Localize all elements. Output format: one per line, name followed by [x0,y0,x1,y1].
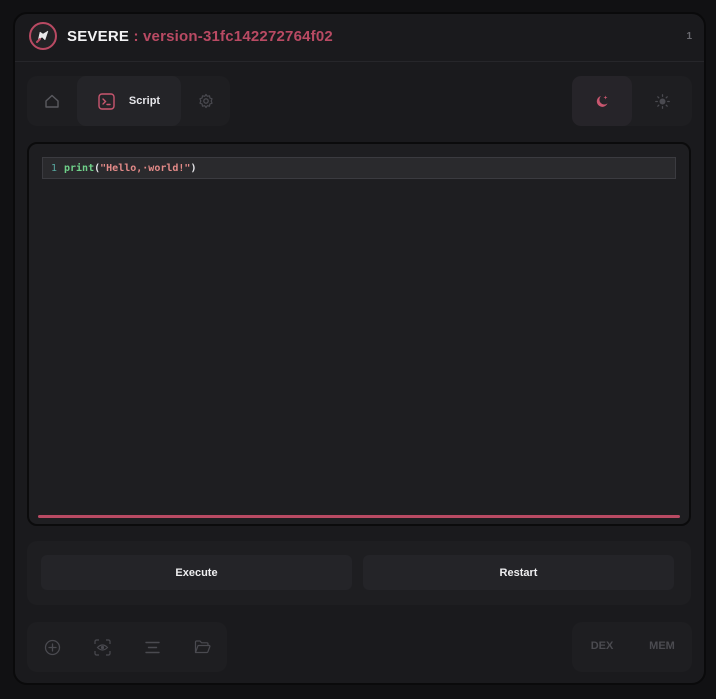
light-theme-button[interactable] [632,76,692,126]
action-bar: Execute Restart [27,541,691,605]
theme-toggle [572,76,692,126]
gear-icon [199,93,213,109]
app-window: SEVERE : version-31fc142272764f02 1 Scri… [13,12,706,685]
editor-progress-fill [38,515,680,518]
execute-button[interactable]: Execute [41,555,352,590]
code-token-string: "Hello,·world!" [100,162,191,174]
terminal-icon [98,92,115,110]
tab-settings[interactable] [181,76,231,126]
title-bar: SEVERE : version-31fc142272764f02 1 [15,14,704,62]
line-number: 1 [50,162,57,174]
title-separator: : [133,28,139,45]
code-token-function: print [64,162,95,174]
tab-home[interactable] [27,76,77,126]
app-name: SEVERE [67,28,130,45]
mem-button[interactable]: MEM [632,640,692,652]
instance-badge: 1 [686,31,692,42]
add-circle-icon[interactable] [40,635,64,659]
code-token-close-paren: ) [190,162,197,174]
code-line[interactable]: 1 print ( "Hello,·world!" ) [42,157,676,179]
restart-button[interactable]: Restart [363,555,674,590]
bottom-toolbar [27,622,227,672]
tab-script[interactable]: Script [77,76,181,126]
dex-mem-panel: DEX MEM [572,622,692,672]
moon-icon [596,95,607,107]
eye-scan-icon[interactable] [90,635,114,659]
code-editor[interactable]: 1 print ( "Hello,·world!" ) [27,142,691,526]
dark-theme-button[interactable] [572,76,632,126]
folder-open-icon[interactable] [190,635,214,659]
logo-icon [29,22,57,50]
sun-icon [654,93,670,109]
nav-tabs: Script [27,76,230,126]
align-icon[interactable] [140,635,164,659]
window-title: SEVERE : version-31fc142272764f02 [67,28,333,45]
editor-progress-bar [38,515,680,518]
tab-script-label: Script [128,95,161,107]
home-icon [45,94,59,108]
version-string: version-31fc142272764f02 [143,28,333,45]
dex-button[interactable]: DEX [572,640,632,652]
